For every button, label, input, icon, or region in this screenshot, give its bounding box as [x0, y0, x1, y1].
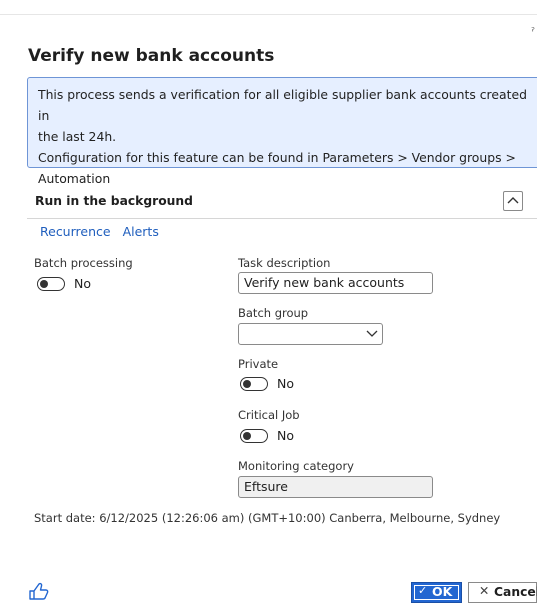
chevron-down-icon: [366, 330, 378, 337]
ok-button[interactable]: ✓ OK: [411, 582, 462, 603]
batch-processing-value: No: [74, 276, 91, 291]
checkmark-icon: ✓: [418, 584, 428, 597]
cancel-label: Cancel: [494, 585, 537, 599]
critical-job-label: Critical Job: [238, 408, 300, 422]
info-line: Configuration for this feature can be fo…: [38, 150, 516, 165]
task-description-label: Task description: [238, 256, 331, 270]
info-line: the last 24h.: [38, 129, 117, 144]
collapse-button[interactable]: [503, 191, 523, 211]
batch-processing-toggle[interactable]: [37, 277, 65, 291]
private-toggle[interactable]: [240, 377, 268, 391]
critical-job-toggle[interactable]: [240, 429, 268, 443]
section-title: Run in the background: [35, 194, 193, 208]
section-header: Run in the background: [27, 184, 537, 219]
top-bar: [0, 0, 537, 15]
dialog-title: Verify new bank accounts: [28, 46, 275, 66]
section-links: Recurrence Alerts: [40, 224, 167, 239]
ok-label: OK: [432, 584, 453, 599]
monitoring-category-label: Monitoring category: [238, 459, 354, 473]
private-value: No: [277, 376, 294, 391]
critical-job-value: No: [277, 428, 294, 443]
recurrence-link[interactable]: Recurrence: [40, 224, 111, 239]
monitoring-category-field[interactable]: Eftsure: [238, 476, 433, 498]
chevron-up-icon: [507, 197, 519, 204]
private-label: Private: [238, 357, 279, 371]
task-description-field[interactable]: Verify new bank accounts: [238, 272, 433, 294]
batch-group-dropdown[interactable]: [238, 323, 383, 345]
start-date-text: Start date: 6/12/2025 (12:26:06 am) (GMT…: [34, 511, 501, 525]
batch-group-label: Batch group: [238, 306, 309, 320]
close-icon: ✕: [479, 584, 490, 598]
info-message: This process sends a verification for al…: [27, 77, 537, 186]
close-icon[interactable]: ˀ: [531, 25, 535, 38]
batch-processing-label: Batch processing: [34, 256, 133, 270]
info-line: This process sends a verification for al…: [38, 87, 527, 123]
alerts-link[interactable]: Alerts: [123, 224, 159, 239]
cancel-button[interactable]: ✕ Cancel: [468, 582, 537, 603]
